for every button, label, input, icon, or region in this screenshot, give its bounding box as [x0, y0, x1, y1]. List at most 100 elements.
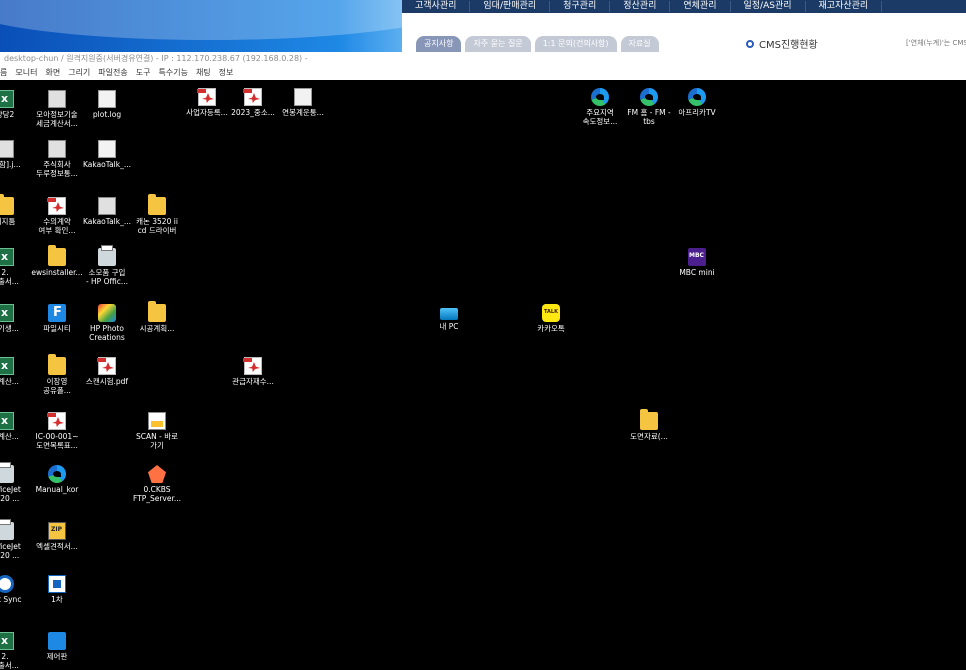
folder-icon — [48, 245, 66, 266]
desktop-icon[interactable]: MBC mini — [670, 248, 724, 277]
desktop-icon[interactable]: 왜지툼 — [0, 194, 32, 226]
desktop-icon[interactable]: unt Sync — [0, 575, 32, 604]
cms-status-heading: CMS진행현황 — [746, 36, 818, 51]
desktop-icon-label: unt Sync — [0, 595, 22, 604]
menu-item[interactable]: 름 — [0, 66, 7, 80]
desktop-icon-label: FM 홈 - FM - tbs — [627, 108, 671, 126]
desktop-icon[interactable]: 제어판 — [30, 632, 84, 661]
desktop-icon[interactable]: 엑셀견적서... — [30, 522, 84, 551]
desktop-icon[interactable]: 2. 산출서... — [0, 248, 32, 286]
desktop-icon[interactable]: 2. 산출서... — [0, 632, 32, 670]
tab-inquiry[interactable]: 1:1 문의(건의사항) — [534, 36, 617, 52]
menu-item-file-transfer[interactable]: 파일전송 — [98, 66, 127, 80]
desktop-icon[interactable]: 파일시티 — [30, 304, 84, 333]
desktop-icon-label: IC-00-001~ 도면목록표... — [35, 432, 79, 450]
folder-icon — [148, 301, 166, 322]
desktop-icon[interactable]: 아프리카TV — [670, 88, 724, 117]
desktop-icon-label: OfficeJet 7720 ... — [0, 485, 21, 503]
desktop-icon-label: 도면자료(... — [630, 432, 668, 441]
desktop-icon-label: 0.CKBS FTP_Server... — [132, 485, 182, 503]
web-nav-item[interactable]: 재고자산관리 — [806, 1, 883, 12]
local-desktop-strip: 고객사관리 임대/판매관리 청구관리 정산관리 연체관리 일정/AS관리 재고자… — [0, 0, 966, 52]
desktop-icon-label: 1차 — [51, 595, 63, 604]
folder-icon — [640, 409, 658, 430]
tab-notice[interactable]: 공지사항 — [416, 36, 462, 52]
menu-item-tools[interactable]: 도구 — [136, 66, 151, 80]
desktop-icon-label: 양당2 — [0, 110, 15, 119]
desktop-icon-label: KakaoTalk_... — [82, 217, 132, 226]
folder-icon — [0, 194, 14, 215]
excel-icon — [0, 357, 14, 375]
desktop-icon[interactable]: 0.CKBS FTP_Server... — [130, 465, 184, 503]
document-icon — [294, 88, 312, 106]
web-nav-item[interactable]: 연체관리 — [670, 1, 731, 12]
desktop-icon[interactable]: 관급자재수... — [226, 357, 280, 386]
excel-icon — [0, 412, 14, 430]
desktop-icon-label: 시공계획... — [139, 324, 175, 333]
tab-resources[interactable]: 자료실 — [620, 36, 659, 52]
desktop-icon[interactable]: 2023_중소... — [226, 88, 280, 117]
desktop-icon[interactable]: Manual_kor — [30, 465, 84, 494]
desktop-icon[interactable]: 시공계획... — [130, 301, 184, 333]
desktop-icon[interactable]: 양당2 — [0, 90, 32, 119]
desktop-icon[interactable]: 1차 — [30, 575, 84, 604]
desktop-icon[interactable]: [명함].j... — [0, 140, 32, 169]
desktop-icon[interactable]: FM 홈 - FM - tbs — [622, 88, 676, 126]
pdf-icon — [47, 412, 66, 430]
desktop-icon[interactable]: 주식회사 두루정보통... — [30, 140, 84, 178]
desktop-icon[interactable]: 모아정보기술 세금계산서... — [30, 90, 84, 128]
web-page-fragment: 고객사관리 임대/판매관리 청구관리 정산관리 연체관리 일정/AS관리 재고자… — [402, 0, 966, 52]
web-nav-item[interactable]: 고객사관리 — [402, 1, 471, 12]
desktop-icon-label: 엑셀견적서... — [36, 542, 78, 551]
desktop-icon-label: 2. 산출서... — [0, 268, 19, 286]
desktop-icon[interactable]: IC-00-001~ 도면목록표... — [30, 412, 84, 450]
desktop-icon[interactable]: 이장영 공유폴... — [30, 354, 84, 395]
desktop-icon[interactable]: 열계산... — [0, 357, 32, 386]
menu-item-info[interactable]: 정보 — [219, 66, 234, 80]
menu-item-chat[interactable]: 채팅 — [196, 66, 211, 80]
menu-item-special[interactable]: 특수기능 — [158, 66, 187, 80]
photo-icon — [98, 304, 116, 322]
desktop-icon[interactable]: 회기생... — [0, 304, 32, 333]
web-nav-item[interactable]: 청구관리 — [550, 1, 611, 12]
desktop-icon-label: 스캔시험.pdf — [85, 377, 129, 386]
sync-icon — [0, 575, 14, 593]
desktop-icon[interactable]: OfficeJet 7720 ... — [0, 462, 32, 503]
desktop-icon[interactable]: KakaoTalk_... — [80, 140, 134, 169]
desktop-icon[interactable]: HP Photo Creations — [80, 304, 134, 342]
desktop-icon-label: 내 PC — [439, 322, 459, 331]
pdf-icon — [197, 88, 216, 106]
pdf-icon — [243, 88, 262, 106]
desktop-icon[interactable]: OfficeJet 7720 ... — [0, 519, 32, 560]
mbc-icon — [688, 248, 706, 266]
zip-icon — [48, 522, 66, 540]
desktop-icon[interactable]: 캐논 3520 ii cd 드라이버 — [130, 194, 184, 235]
menu-item-draw[interactable]: 그리기 — [68, 66, 90, 80]
desktop-icon[interactable]: 연봉계운통... — [276, 88, 330, 117]
desktop-icon[interactable]: 도면자료(... — [622, 409, 676, 441]
web-nav-item[interactable]: 일정/AS관리 — [731, 1, 806, 12]
excel-icon — [0, 248, 14, 266]
desktop-icon-label: 캐논 3520 ii cd 드라이버 — [136, 217, 178, 235]
menu-item-monitor[interactable]: 모니터 — [15, 66, 37, 80]
web-nav-item[interactable]: 정산관리 — [610, 1, 671, 12]
desktop-icon[interactable]: 카카오톡 — [524, 304, 578, 333]
desktop-icon[interactable]: 열계산... — [0, 412, 32, 441]
desktop-icon-label: 연봉계운통... — [282, 108, 324, 117]
desktop-icon[interactable]: KakaoTalk_... — [80, 197, 134, 226]
folder-icon — [48, 354, 66, 375]
desktop-icon[interactable]: plot.log — [80, 90, 134, 119]
menu-item-screen[interactable]: 화면 — [45, 66, 60, 80]
cms-title: CMS진행현황 — [759, 40, 818, 51]
desktop-icon[interactable]: 수의계약 여부 확인... — [30, 197, 84, 235]
desktop-icon[interactable]: SCAN - 바로 가기 — [130, 412, 184, 450]
web-nav-item[interactable]: 임대/판매관리 — [470, 1, 551, 12]
desktop-icon[interactable]: 스캔시험.pdf — [80, 357, 134, 386]
desktop-icon[interactable]: 주요지역 속도정보... — [573, 88, 627, 126]
desktop-icon[interactable]: 내 PC — [422, 304, 476, 331]
tab-faq[interactable]: 자주 묻는 질문 — [465, 36, 531, 52]
desktop-icon[interactable]: ewsinstaller... — [30, 245, 84, 277]
desktop-icon[interactable]: 소모품 구입 - HP Offic... — [80, 245, 134, 286]
desktop-icon-label: ewsinstaller... — [31, 268, 83, 277]
desktop-icon-label: 왜지툼 — [0, 217, 16, 226]
